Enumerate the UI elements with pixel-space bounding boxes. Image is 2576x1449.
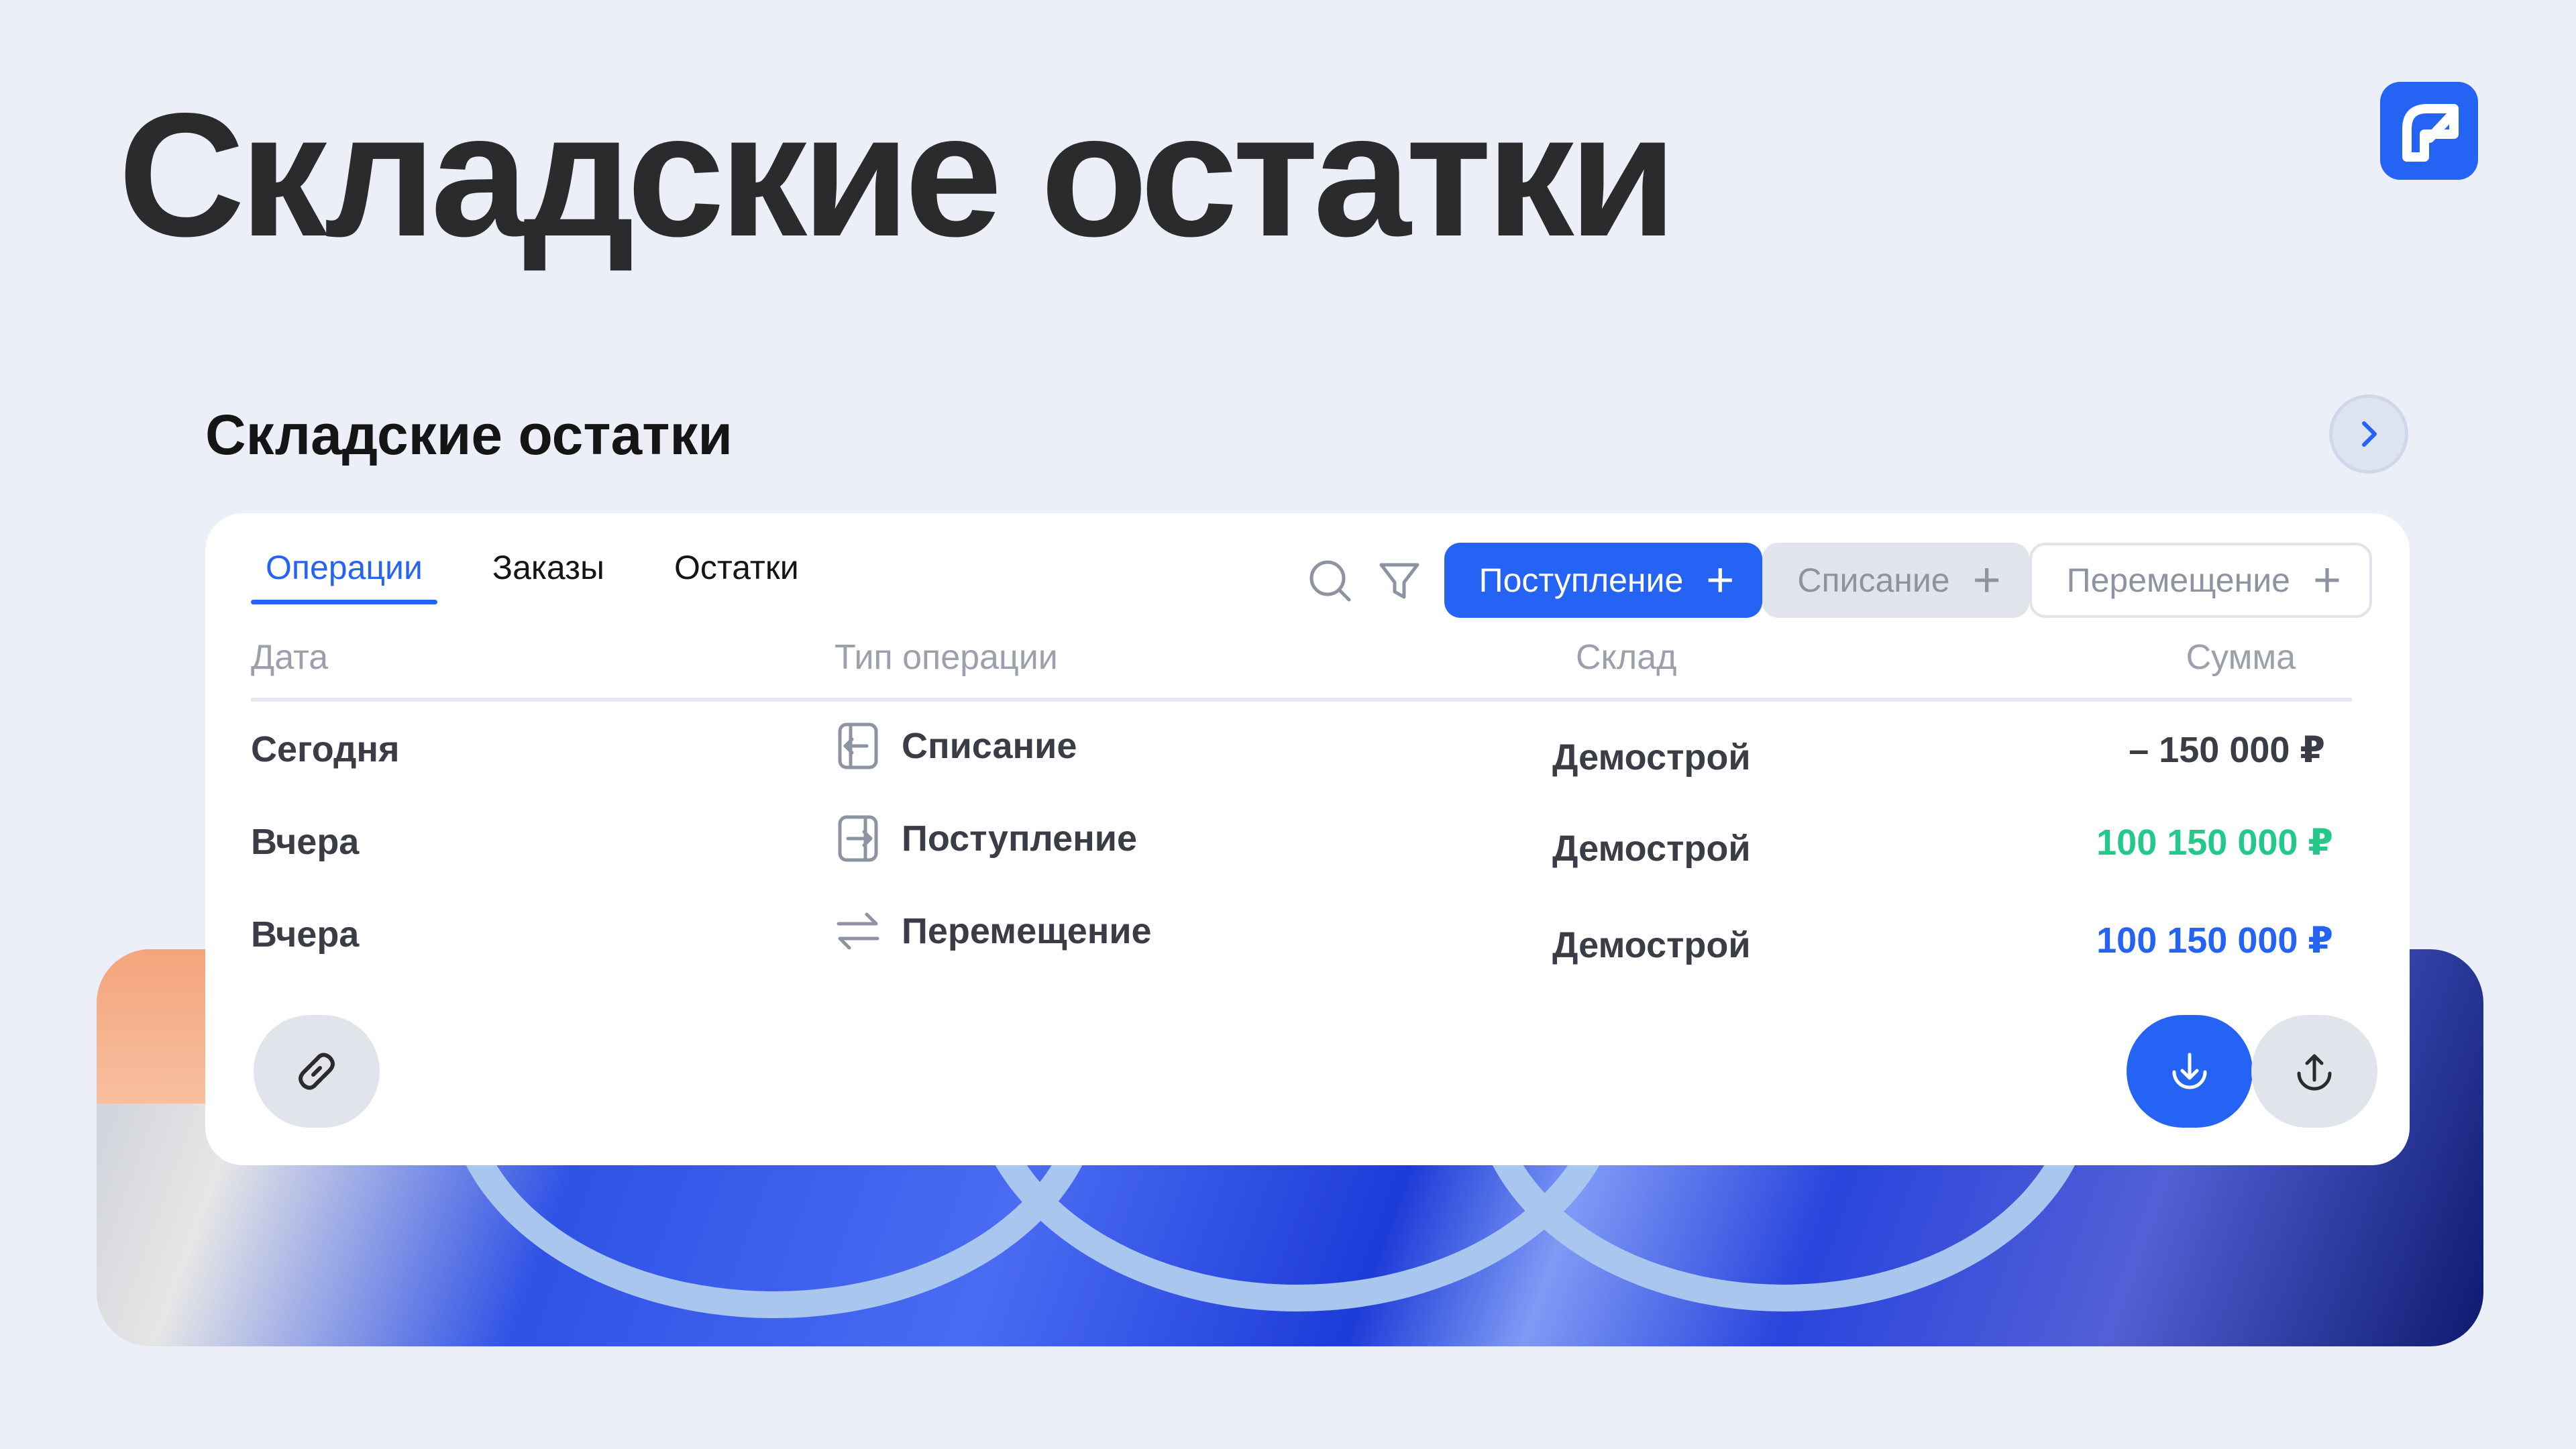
toolbar: Поступление + Списание + Перемещение +	[1305, 543, 2372, 618]
receipt-icon	[835, 812, 881, 865]
filter-icon[interactable]	[1375, 555, 1424, 605]
operations-card: Операции Заказы Остатки Поступление + Сп…	[205, 513, 2410, 1165]
table-row[interactable]: Вчера Поступление Демострой 100 150 000 …	[251, 794, 2352, 887]
transfer-icon	[835, 904, 881, 958]
row-amount: 100 150 000 ₽	[2096, 920, 2333, 961]
link-icon	[299, 1053, 335, 1090]
row-operation-type: Списание	[835, 719, 1077, 773]
add-transfer-label: Перемещение	[2066, 561, 2290, 599]
chevron-right-icon	[2362, 421, 2377, 447]
header-date: Дата	[251, 638, 329, 677]
next-button[interactable]	[2329, 394, 2408, 474]
download-button[interactable]	[2127, 1015, 2253, 1128]
page: Складские остатки Складские остатки Опер…	[0, 0, 2576, 1449]
plus-icon: +	[1706, 553, 1735, 607]
header-amount: Сумма	[2186, 638, 2296, 677]
row-date: Сегодня	[251, 729, 400, 769]
row-warehouse: Демострой	[1552, 925, 1751, 965]
row-date: Вчера	[251, 914, 360, 955]
banner-peach-shape	[97, 949, 211, 1104]
add-write-off-label: Списание	[1797, 561, 1950, 599]
plus-icon: +	[2312, 553, 2341, 607]
upload-icon	[2297, 1054, 2332, 1091]
row-operation-label: Перемещение	[902, 911, 1152, 951]
operations-table: Дата Тип операции Склад Сумма Сегодня Сп…	[251, 637, 2352, 979]
row-operation-label: Списание	[902, 726, 1077, 766]
row-operation-type: Перемещение	[835, 904, 1152, 958]
tab-balances[interactable]: Остатки	[659, 548, 814, 604]
search-icon[interactable]	[1305, 555, 1354, 605]
row-operation-type: Поступление	[835, 812, 1137, 865]
row-warehouse: Демострой	[1552, 737, 1751, 777]
add-receipt-button[interactable]: Поступление +	[1444, 543, 1763, 618]
row-amount: 100 150 000 ₽	[2096, 822, 2333, 863]
brand-logo-icon	[2380, 82, 2478, 180]
add-receipt-label: Поступление	[1479, 561, 1684, 599]
section-title: Складские остатки	[205, 403, 733, 466]
hero-title: Складские остатки	[118, 76, 1677, 273]
row-date: Вчера	[251, 822, 360, 862]
tab-bar: Операции Заказы Остатки	[251, 548, 814, 604]
table-header: Дата Тип операции Склад Сумма	[251, 637, 2352, 702]
row-operation-label: Поступление	[902, 818, 1138, 859]
add-write-off-button[interactable]: Списание +	[1762, 543, 2029, 618]
header-operation-type: Тип операции	[835, 638, 1058, 677]
tab-orders[interactable]: Заказы	[478, 548, 619, 604]
download-icon	[2172, 1053, 2207, 1089]
tab-operations[interactable]: Операции	[251, 548, 437, 604]
header-warehouse: Склад	[1576, 638, 1677, 677]
upload-button[interactable]	[2251, 1015, 2377, 1128]
write-off-icon	[835, 719, 881, 773]
table-row[interactable]: Вчера Перемещение Демострой 100 150 000 …	[251, 887, 2352, 979]
row-warehouse: Демострой	[1552, 828, 1751, 869]
table-row[interactable]: Сегодня Списание Демострой – 150 000 ₽	[251, 702, 2352, 794]
add-transfer-button[interactable]: Перемещение +	[2029, 543, 2372, 618]
copy-link-button[interactable]	[254, 1015, 380, 1128]
plus-icon: +	[1972, 553, 2001, 607]
row-amount: – 150 000 ₽	[2129, 730, 2325, 770]
